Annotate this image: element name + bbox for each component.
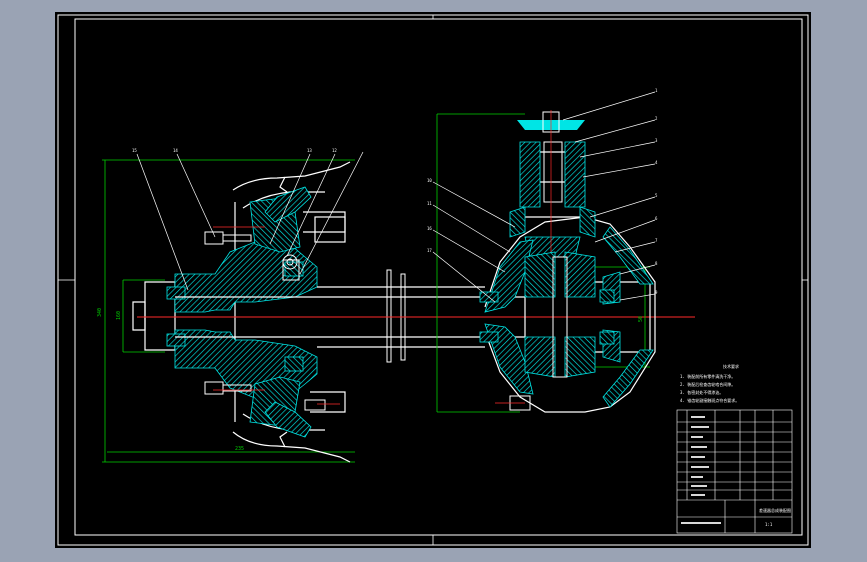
title-block-name: 差速器总成装配图 <box>759 507 791 513</box>
leader-label-7: 7 <box>655 238 658 243</box>
leader-label-15: 15 <box>132 148 137 153</box>
tech-line-1: 1. 装配前所有零件清洗干净。 <box>680 373 735 379</box>
technical-requirements: 技术要求 1. 装配前所有零件清洗干净。 2. 装配后检查齿轮啮合间隙。 3. … <box>680 363 739 403</box>
leader-label-6: 6 <box>655 216 658 221</box>
tech-line-4: 4. 锥齿轮副接触斑点符合要求。 <box>680 397 739 403</box>
dim-left-height: 340 <box>97 308 103 317</box>
leader-label-3: 3 <box>655 138 658 143</box>
leader-label-8: 8 <box>655 261 658 266</box>
leader-label-2: 2 <box>655 116 658 121</box>
tech-heading: 技术要求 <box>723 363 739 369</box>
leader-label-13: 13 <box>307 148 312 153</box>
dim-right-small: 50 <box>638 316 644 322</box>
title-block-scale: 1:1 <box>765 522 773 527</box>
leader-label-5: 5 <box>655 193 658 198</box>
outer-frame <box>57 14 809 546</box>
leader-label-10: 10 <box>427 178 432 183</box>
leader-label-4: 4 <box>655 160 658 165</box>
assembly-drawing: 340 160 235 15 14 13 12 50 1 2 3 4 5 6 7… <box>57 14 809 546</box>
leader-label-16: 16 <box>427 226 432 231</box>
right-differential-view: 50 1 2 3 4 5 6 7 8 9 10 11 16 17 <box>427 88 658 413</box>
cad-viewport[interactable]: 340 160 235 15 14 13 12 50 1 2 3 4 5 6 7… <box>55 12 811 548</box>
leader-label-9: 9 <box>655 290 658 295</box>
leader-label-14: 14 <box>173 148 178 153</box>
dim-left-width: 235 <box>235 446 244 452</box>
leader-label-17: 17 <box>427 248 432 253</box>
title-block <box>676 409 793 534</box>
leader-label-1: 1 <box>655 88 658 93</box>
leader-label-11: 11 <box>427 201 432 206</box>
tech-line-3: 3. 各密封处不得渗油。 <box>680 389 723 395</box>
left-assembly-view: 340 160 235 15 14 13 12 <box>97 148 695 463</box>
tech-line-2: 2. 装配后检查齿轮啮合间隙。 <box>680 381 735 387</box>
leader-label-12: 12 <box>332 148 337 153</box>
dim-left-inner: 160 <box>116 311 122 320</box>
